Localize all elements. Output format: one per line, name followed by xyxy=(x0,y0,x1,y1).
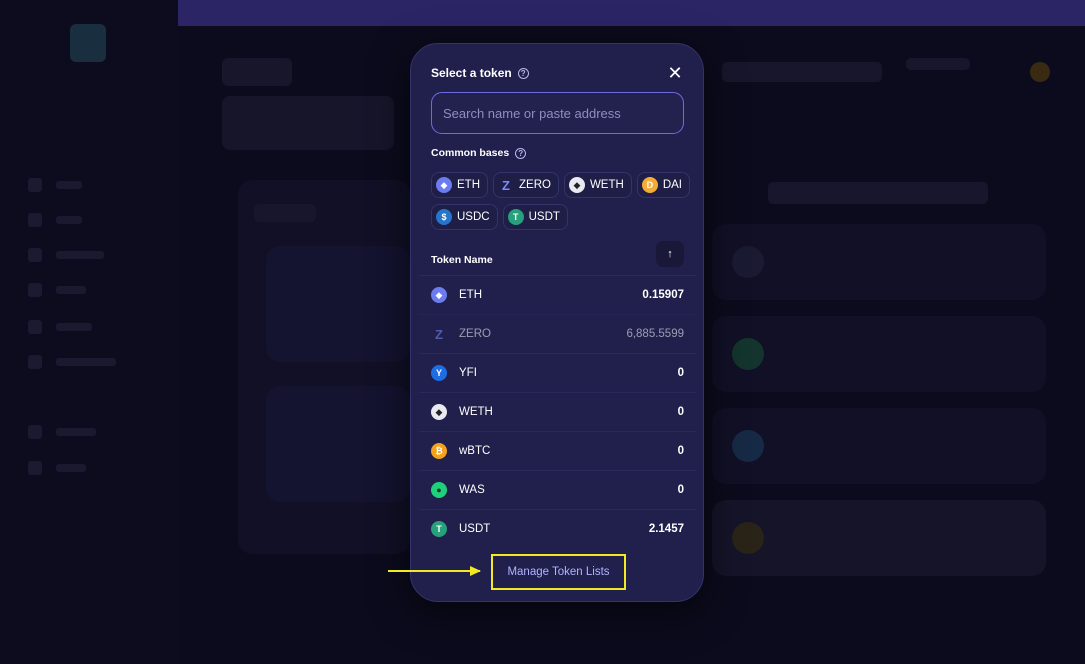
annotation-arrow xyxy=(388,570,480,572)
bg-heading-small xyxy=(222,58,292,86)
bg-address xyxy=(906,58,970,70)
token-symbol: ZERO xyxy=(459,328,491,340)
base-chip-label: USDT xyxy=(528,211,560,223)
wbtc-icon: ₿ xyxy=(431,443,447,459)
sidebar-item xyxy=(28,178,82,192)
token-symbol: USDT xyxy=(459,523,491,535)
sort-button[interactable]: ↑ xyxy=(656,241,684,267)
base-chip-usdc[interactable]: $ USDC xyxy=(431,204,498,230)
nav-icon xyxy=(28,461,42,475)
app-logo xyxy=(70,24,106,62)
eth-icon: ◆ xyxy=(431,287,447,303)
sidebar-item xyxy=(28,355,116,369)
token-balance: 0 xyxy=(677,484,684,496)
modal-title: Select a token xyxy=(431,66,512,80)
nav-icon xyxy=(28,178,42,192)
zero-icon: Z xyxy=(435,326,443,342)
bg-balances-title xyxy=(768,182,988,204)
zero-icon: Z xyxy=(502,177,510,193)
base-chip-dai[interactable]: D DAI xyxy=(636,172,690,198)
token-row-yfi[interactable]: Y YFI 0 xyxy=(419,353,696,392)
highlight-box: Manage Token Lists xyxy=(491,554,626,590)
sidebar-item xyxy=(28,320,92,334)
nav-icon xyxy=(28,248,42,262)
token-row-eth[interactable]: ◆ ETH 0.15907 xyxy=(419,275,696,314)
base-chip-eth[interactable]: ◆ ETH xyxy=(431,172,488,198)
token-symbol: WETH xyxy=(459,406,493,418)
usdt-icon: T xyxy=(431,521,447,537)
select-token-modal: Select a token ? ✕ Common bases ? ◆ ETH … xyxy=(410,43,704,602)
annotation-arrow-head xyxy=(470,566,481,576)
eth-icon: ◆ xyxy=(436,177,452,193)
modal-title-row: Select a token ? xyxy=(431,66,529,80)
nav-icon xyxy=(28,425,42,439)
top-banner xyxy=(178,0,1085,26)
sidebar-item xyxy=(28,283,86,297)
token-row-wbtc[interactable]: ₿ wBTC 0 xyxy=(419,431,696,470)
bg-token-icon xyxy=(732,338,764,370)
sidebar-item xyxy=(28,213,82,227)
token-balance: 0 xyxy=(677,367,684,379)
token-row-was[interactable]: ● WAS 0 xyxy=(419,470,696,509)
usdc-icon: $ xyxy=(436,209,452,225)
was-icon: ● xyxy=(431,482,447,498)
usdt-icon: T xyxy=(507,209,524,225)
common-bases: ◆ ETH Z ZERO ◆ WETH D DAI $ USDC T USDT xyxy=(431,172,691,236)
weth-icon: ◆ xyxy=(431,404,447,420)
sidebar-item xyxy=(28,248,104,262)
bg-token-icon xyxy=(732,430,764,462)
manage-token-lists-link[interactable]: Manage Token Lists xyxy=(507,566,609,578)
help-icon[interactable]: ? xyxy=(517,67,529,79)
bg-input-card xyxy=(266,246,410,362)
base-chip-zero[interactable]: Z ZERO xyxy=(493,172,559,198)
nav-icon xyxy=(28,355,42,369)
close-button[interactable]: ✕ xyxy=(667,64,683,82)
token-balance: 0.15907 xyxy=(642,289,684,301)
bg-heading-large xyxy=(222,96,394,150)
sidebar-item xyxy=(28,461,86,475)
token-row-zero[interactable]: Z ZERO 6,885.5599 xyxy=(419,314,696,353)
token-symbol: WAS xyxy=(459,484,485,496)
common-bases-row: Common bases ? xyxy=(431,147,527,159)
token-name-header: Token Name xyxy=(431,254,493,266)
weth-icon: ◆ xyxy=(568,177,585,193)
bg-output-card xyxy=(266,386,410,502)
common-bases-label: Common bases xyxy=(431,147,510,159)
token-symbol: ETH xyxy=(459,289,482,301)
token-search-input[interactable] xyxy=(431,92,684,134)
bg-token-icon xyxy=(732,522,764,554)
yfi-icon: Y xyxy=(431,365,447,381)
token-balance: 0 xyxy=(677,406,684,418)
sidebar xyxy=(0,0,178,664)
base-chip-label: ZERO xyxy=(519,179,551,191)
bg-wallet-pill xyxy=(722,62,882,82)
token-list: ◆ ETH 0.15907 Z ZERO 6,885.5599 Y YFI 0 … xyxy=(419,275,696,548)
bg-avatar xyxy=(1030,62,1050,82)
nav-icon xyxy=(28,320,42,334)
token-symbol: YFI xyxy=(459,367,477,379)
bg-token-icon xyxy=(732,246,764,278)
token-balance: 2.1457 xyxy=(648,523,684,535)
token-row-weth[interactable]: ◆ WETH 0 xyxy=(419,392,696,431)
help-icon[interactable]: ? xyxy=(515,147,527,159)
nav-icon xyxy=(28,283,42,297)
base-chip-label: USDC xyxy=(457,211,490,223)
base-chip-usdt[interactable]: T USDT xyxy=(502,204,568,230)
token-balance: 0 xyxy=(677,445,684,457)
token-row-usdt[interactable]: T USDT 2.1457 xyxy=(419,509,696,548)
token-balance: 6,885.5599 xyxy=(626,328,684,340)
base-chip-label: DAI xyxy=(662,179,682,191)
nav-icon xyxy=(28,213,42,227)
base-chip-label: ETH xyxy=(457,179,480,191)
dai-icon: D xyxy=(641,177,658,193)
sidebar-item xyxy=(28,425,96,439)
base-chip-label: WETH xyxy=(589,179,624,191)
base-chip-weth[interactable]: ◆ WETH xyxy=(563,172,632,198)
token-symbol: wBTC xyxy=(459,445,491,457)
bg-swap-title xyxy=(254,204,316,222)
